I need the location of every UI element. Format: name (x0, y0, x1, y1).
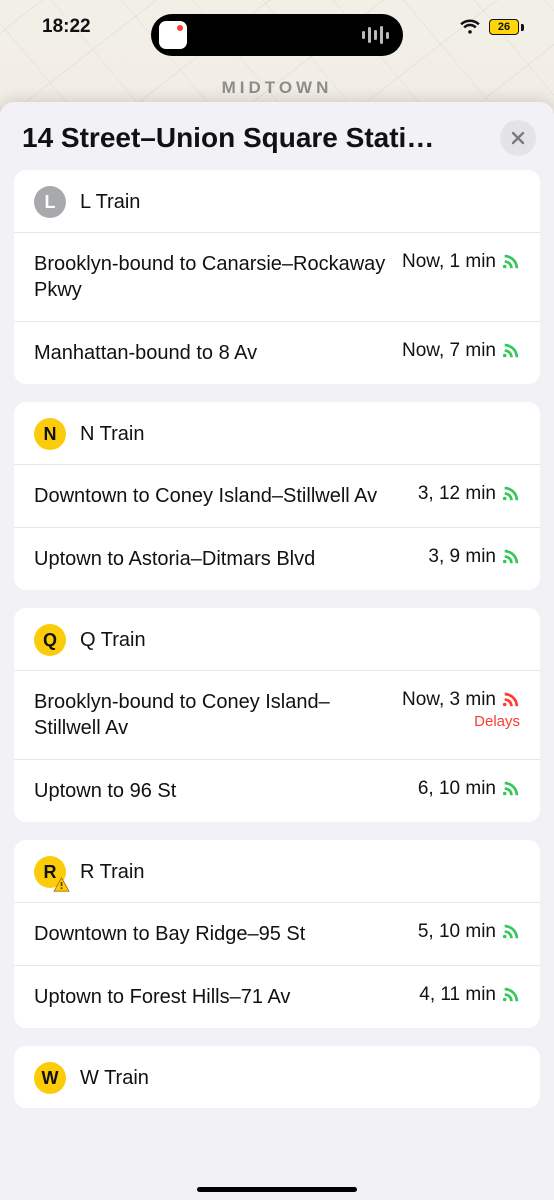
live-signal-icon (502, 253, 520, 271)
eta-column: 5, 10 min (418, 921, 520, 943)
train-name: W Train (80, 1067, 149, 1090)
eta-column: Now, 1 min (402, 251, 520, 273)
destination-label: Uptown to Forest Hills–71 Av (34, 984, 405, 1010)
destination-label: Uptown to 96 St (34, 778, 404, 804)
live-signal-icon (502, 780, 520, 798)
page-title: 14 Street–Union Square Stati… (22, 122, 488, 154)
line-bullet-N: N (34, 418, 66, 450)
eta-text: Now, 1 min (402, 251, 496, 273)
train-name: R Train (80, 861, 144, 884)
eta-text: 6, 10 min (418, 778, 496, 800)
train-card-W[interactable]: W W Train (14, 1046, 540, 1108)
departure-row[interactable]: Brooklyn-bound to Canarsie–Rockaway Pkwy… (14, 232, 540, 321)
train-line-list[interactable]: L L Train Brooklyn-bound to Canarsie–Rocka… (0, 170, 554, 1132)
live-signal-icon (502, 691, 520, 709)
live-signal-icon (502, 342, 520, 360)
destination-label: Downtown to Coney Island–Stillwell Av (34, 483, 404, 509)
eta-text: Now, 3 min (402, 689, 496, 711)
train-card-N[interactable]: N N Train Downtown to Coney Island–Stillwe… (14, 402, 540, 590)
train-card-L[interactable]: L L Train Brooklyn-bound to Canarsie–Rocka… (14, 170, 540, 384)
departure-row[interactable]: Downtown to Bay Ridge–95 St 5, 10 min (14, 902, 540, 965)
delay-label: Delays (474, 713, 520, 730)
battery-indicator: 26 (489, 19, 524, 35)
train-card-R[interactable]: R R Train Downtown to Bay Ridge–95 St 5, 10… (14, 840, 540, 1028)
train-card-Q[interactable]: Q Q Train Brooklyn-bound to Coney Island–S… (14, 608, 540, 822)
wifi-icon (459, 19, 481, 35)
departure-row[interactable]: Uptown to 96 St 6, 10 min (14, 759, 540, 822)
departure-row[interactable]: Manhattan-bound to 8 Av Now, 7 min (14, 321, 540, 384)
eta-column: Now, 7 min (402, 340, 520, 362)
status-time: 18:22 (42, 16, 91, 38)
departure-row[interactable]: Downtown to Coney Island–Stillwell Av 3, … (14, 464, 540, 527)
train-card-header: L L Train (14, 170, 540, 232)
train-card-header: N N Train (14, 402, 540, 464)
home-indicator[interactable] (197, 1187, 357, 1192)
destination-label: Uptown to Astoria–Ditmars Blvd (34, 546, 414, 572)
close-button[interactable] (500, 120, 536, 156)
live-signal-icon (502, 548, 520, 566)
eta-column: 4, 11 min (419, 984, 520, 1006)
line-bullet-L: L (34, 186, 66, 218)
train-name: N Train (80, 423, 144, 446)
live-signal-icon (502, 485, 520, 503)
departure-row[interactable]: Uptown to Forest Hills–71 Av 4, 11 min (14, 965, 540, 1028)
transit-sheet[interactable]: 14 Street–Union Square Stati… L L Train Br… (0, 102, 554, 1200)
line-bullet-R: R (34, 856, 66, 888)
eta-text: 5, 10 min (418, 921, 496, 943)
destination-label: Manhattan-bound to 8 Av (34, 340, 388, 366)
train-card-header: R R Train (14, 840, 540, 902)
sheet-header: 14 Street–Union Square Stati… (0, 102, 554, 170)
eta-text: 3, 9 min (428, 546, 496, 568)
eta-text: 4, 11 min (419, 984, 496, 1006)
live-signal-icon (502, 923, 520, 941)
close-icon (510, 130, 526, 146)
map-district-label: MIDTOWN (0, 78, 554, 98)
destination-label: Brooklyn-bound to Coney Island–Stillwell… (34, 689, 388, 741)
eta-text: Now, 7 min (402, 340, 496, 362)
eta-column: 3, 12 min (418, 483, 520, 505)
battery-pct: 26 (498, 21, 510, 33)
line-bullet-Q: Q (34, 624, 66, 656)
destination-label: Downtown to Bay Ridge–95 St (34, 921, 404, 947)
train-name: L Train (80, 191, 140, 214)
destination-label: Brooklyn-bound to Canarsie–Rockaway Pkwy (34, 251, 388, 303)
train-card-header: Q Q Train (14, 608, 540, 670)
eta-column: 3, 9 min (428, 546, 520, 568)
train-name: Q Train (80, 629, 146, 652)
status-bar: 18:22 26 (0, 0, 554, 54)
eta-text: 3, 12 min (418, 483, 496, 505)
eta-column: Now, 3 min Delays (402, 689, 520, 730)
line-bullet-W: W (34, 1062, 66, 1094)
departure-row[interactable]: Brooklyn-bound to Coney Island–Stillwell… (14, 670, 540, 759)
departure-row[interactable]: Uptown to Astoria–Ditmars Blvd 3, 9 min (14, 527, 540, 590)
alert-icon (53, 877, 70, 892)
eta-column: 6, 10 min (418, 778, 520, 800)
live-signal-icon (502, 986, 520, 1004)
train-card-header: W W Train (14, 1046, 540, 1108)
